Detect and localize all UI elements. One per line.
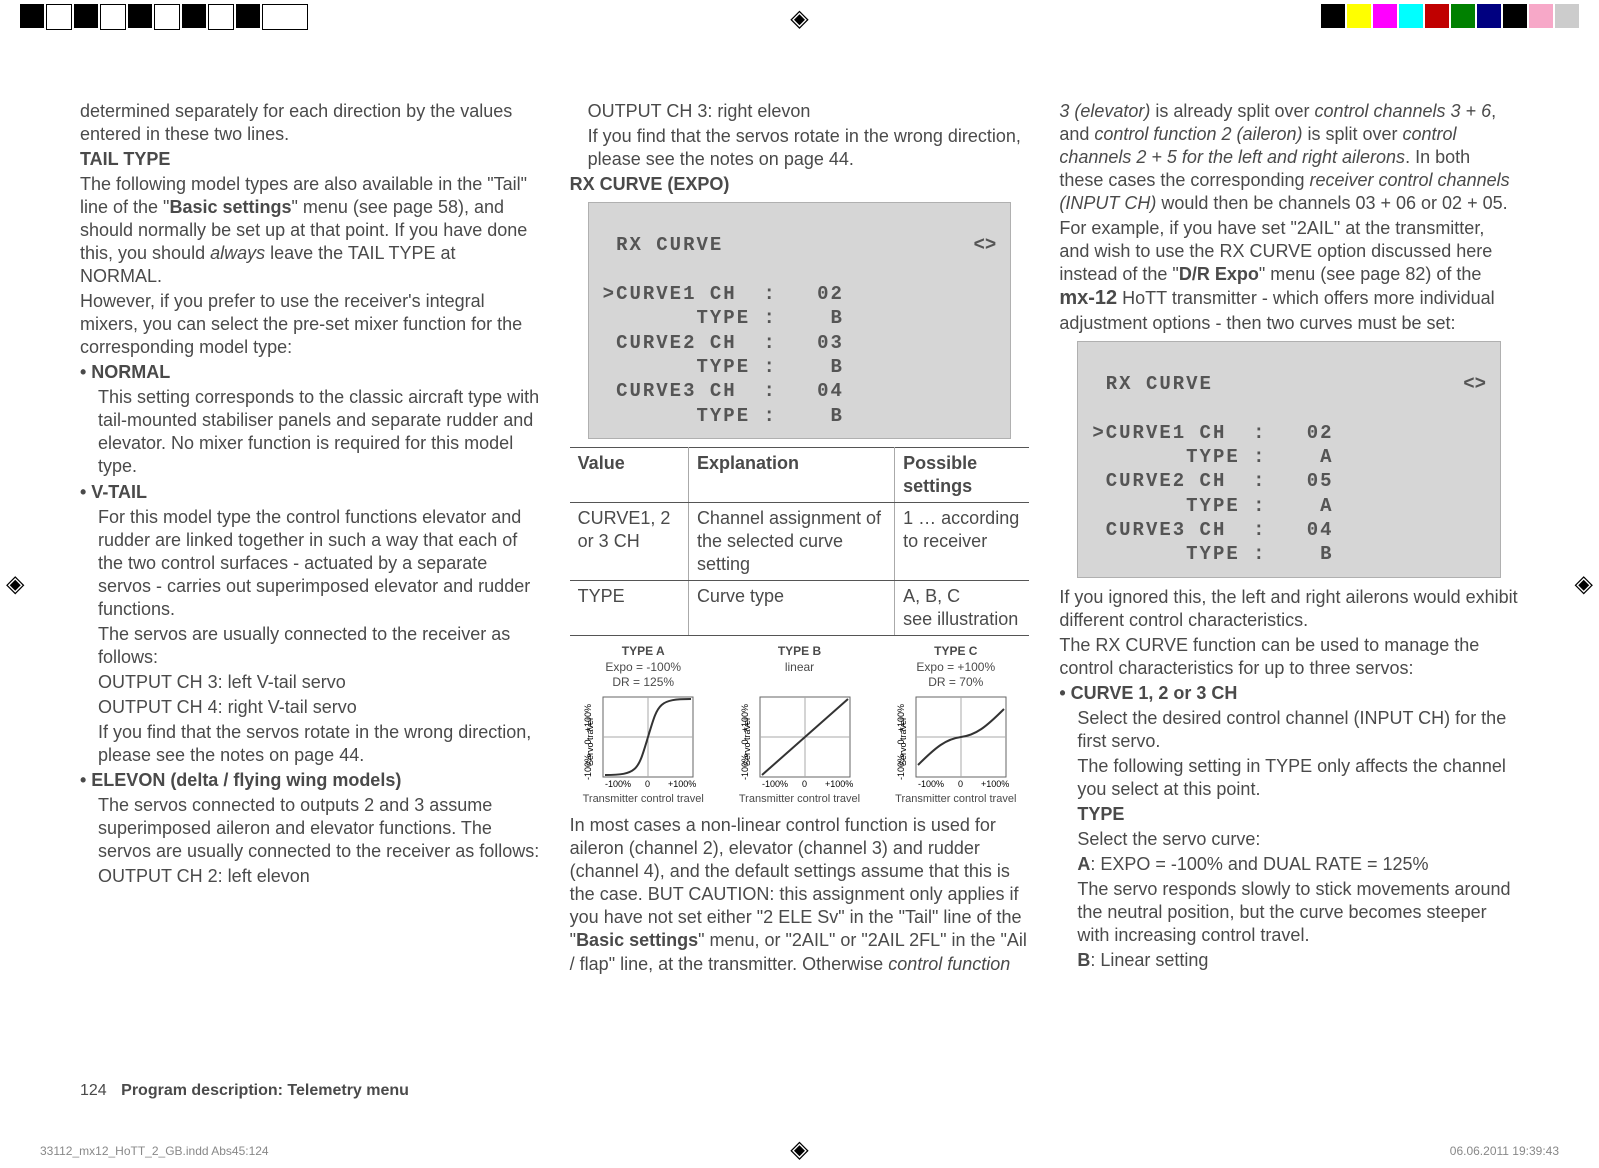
chart-c-svg: +100% 0 -100% Servo travel -100% 0 +100% <box>896 692 1016 792</box>
svg-text:-100%: -100% <box>762 779 788 789</box>
explanation-table: Value Explanation Possible settings CURV… <box>570 447 1030 636</box>
curve-text-2: The following setting in TYPE only affec… <box>1059 755 1519 801</box>
vtail-ch4: OUTPUT CH 4: right V-tail servo <box>80 696 540 719</box>
col3-p1: 3 (elevator) is already split over contr… <box>1059 100 1519 215</box>
svg-text:Servo travel: Servo travel <box>742 718 752 766</box>
chart-row: TYPE A Expo = -100% DR = 125% +100% 0 -1… <box>570 644 1030 806</box>
vtail-text-3: If you find that the servos rotate in th… <box>80 721 540 767</box>
chart-type-b: TYPE B linear +100% 0 -100% Servo travel <box>726 644 873 806</box>
rx-curve-panel-1: RX CURVE<> >CURVE1 CH : 02 TYPE : B CURV… <box>588 202 1012 439</box>
registration-mark-icon: ◈ <box>790 4 808 33</box>
nav-arrows-icon: <> <box>1463 372 1486 396</box>
rx-curve-heading: RX CURVE (EXPO) <box>570 173 1030 196</box>
svg-text:0: 0 <box>802 779 807 789</box>
elevon-ch2: OUTPUT CH 2: left elevon <box>80 865 540 888</box>
registration-mark-icon: ◈ <box>790 1135 808 1164</box>
page: ◈ ◈ ◈ ◈ determined separately for each d… <box>0 0 1599 1168</box>
chart-b-svg: +100% 0 -100% Servo travel -100% 0 +100% <box>740 692 860 792</box>
vtail-ch3: OUTPUT CH 3: left V-tail servo <box>80 671 540 694</box>
nav-arrows-icon: <> <box>974 233 997 257</box>
output-ch3: OUTPUT CH 3: right elevon <box>570 100 1030 123</box>
normal-bullet: • NORMAL <box>80 361 540 384</box>
svg-text:0: 0 <box>958 779 963 789</box>
tail-p2: However, if you prefer to use the receiv… <box>80 290 540 359</box>
svg-text:0: 0 <box>645 779 650 789</box>
svg-text:+100%: +100% <box>668 779 696 789</box>
wrong-direction-note: If you find that the servos rotate in th… <box>570 125 1030 171</box>
registration-blocks-right <box>1321 4 1579 34</box>
vtail-text-1: For this model type the control function… <box>80 506 540 621</box>
elevon-text-1: The servos connected to outputs 2 and 3 … <box>80 794 540 863</box>
type-text-1: Select the servo curve: <box>1059 828 1519 851</box>
curve-bullet: • CURVE 1, 2 or 3 CH <box>1059 682 1519 705</box>
table-row: TYPE Curve type A, B, Csee illustration <box>570 581 1030 636</box>
content-columns: determined separately for each direction… <box>80 100 1519 1088</box>
type-b-line: B: Linear setting <box>1059 949 1519 972</box>
table-header-row: Value Explanation Possible settings <box>570 447 1030 502</box>
col3-p4: The RX CURVE function can be used to man… <box>1059 634 1519 680</box>
chart-type-a: TYPE A Expo = -100% DR = 125% +100% 0 -1… <box>570 644 717 806</box>
tail-type-heading: TAIL TYPE <box>80 148 540 171</box>
registration-mark-icon: ◈ <box>1575 570 1593 599</box>
th-value: Value <box>570 447 689 502</box>
svg-text:-100%: -100% <box>918 779 944 789</box>
type-a-line: A: EXPO = -100% and DUAL RATE = 125% <box>1059 853 1519 876</box>
registration-mark-icon: ◈ <box>6 570 24 599</box>
vtail-bullet: • V-TAIL <box>80 481 540 504</box>
normal-text: This setting corresponds to the classic … <box>80 386 540 478</box>
elevon-bullet: • ELEVON (delta / flying wing models) <box>80 769 540 792</box>
vtail-text-2: The servos are usually connected to the … <box>80 623 540 669</box>
footer-file: 33112_mx12_HoTT_2_GB.indd Abs45:124 <box>40 1144 269 1158</box>
chart-type-c: TYPE C Expo = +100% DR = 70% +100% 0 -10… <box>882 644 1029 806</box>
page-title: Program description: Telemetry menu <box>121 1082 409 1099</box>
rx-curve-panel-2: RX CURVE<> >CURVE1 CH : 02 TYPE : A CURV… <box>1077 341 1501 578</box>
column-2: OUTPUT CH 3: right elevon If you find th… <box>570 100 1030 1088</box>
curve-text-1: Select the desired control channel (INPU… <box>1059 707 1519 753</box>
footer-date: 06.06.2011 19:39:43 <box>1450 1144 1559 1158</box>
column-1: determined separately for each direction… <box>80 100 540 1088</box>
type-heading: TYPE <box>1059 803 1519 826</box>
page-number: 124 <box>80 1082 107 1099</box>
svg-text:+100%: +100% <box>825 779 853 789</box>
col3-p3: If you ignored this, the left and right … <box>1059 586 1519 632</box>
chart-a-svg: +100% 0 -100% Servo travel -100% 0 +100% <box>583 692 703 792</box>
intro-text: determined separately for each direction… <box>80 100 540 146</box>
svg-text:+100%: +100% <box>981 779 1009 789</box>
svg-text:-100%: -100% <box>605 779 631 789</box>
svg-text:Servo travel: Servo travel <box>585 718 595 766</box>
svg-text:Servo travel: Servo travel <box>898 718 908 766</box>
tail-p1: The following model types are also avail… <box>80 173 540 288</box>
page-footer: 124 Program description: Telemetry menu <box>80 1082 409 1100</box>
registration-blocks-left <box>20 4 308 34</box>
th-possible: Possible settings <box>895 447 1030 502</box>
col2-para-1: In most cases a non-linear control funct… <box>570 814 1030 975</box>
column-3: 3 (elevator) is already split over contr… <box>1059 100 1519 1088</box>
type-a-desc: The servo responds slowly to stick movem… <box>1059 878 1519 947</box>
th-explanation: Explanation <box>688 447 894 502</box>
table-row: CURVE1, 2 or 3 CH Channel assignment of … <box>570 503 1030 581</box>
col3-p2: For example, if you have set "2AIL" at t… <box>1059 217 1519 335</box>
